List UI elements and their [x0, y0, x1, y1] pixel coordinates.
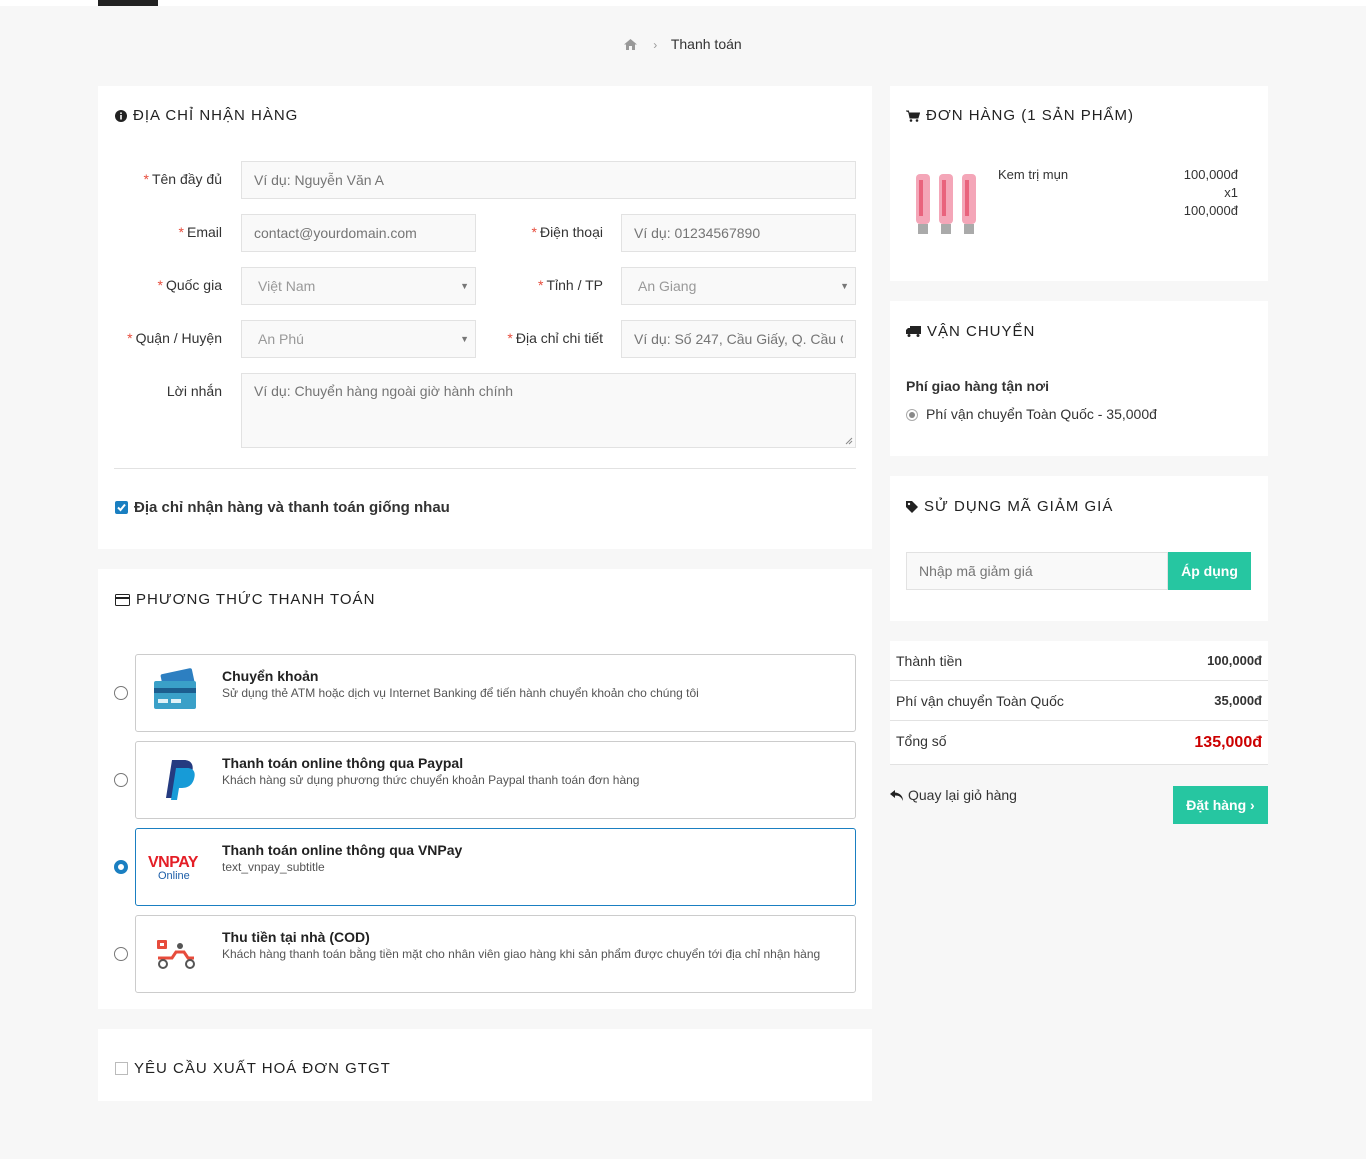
note-textarea[interactable]	[241, 373, 856, 448]
coupon-title: SỬ DỤNG MÃ GIẢM GIÁ	[906, 498, 1113, 515]
subtotal-row: Thành tiền 100,000đ	[890, 641, 1268, 681]
street-label: * Địa chỉ chi tiết	[507, 330, 603, 346]
product-name[interactable]: Kem trị mụn	[998, 167, 1068, 182]
coupon-input[interactable]	[906, 552, 1168, 590]
shipping-radio[interactable]	[906, 409, 918, 421]
vnpay-logo: VNPAY Online	[148, 854, 198, 882]
payment-option-subtitle: Khách hàng sử dụng phương thức chuyển kh…	[222, 773, 640, 787]
caret-down-icon: ▼	[840, 281, 849, 291]
subtotal-label: Thành tiền	[896, 653, 963, 669]
invoice-checkbox[interactable]	[115, 1062, 128, 1075]
bank-transfer-icon	[150, 667, 204, 717]
district-label: * Quận / Huyện	[127, 330, 222, 346]
info-icon	[115, 109, 127, 122]
order-card: ĐƠN HÀNG (1 SẢN PHẨM) Kem trị mụn 100,00…	[890, 86, 1268, 281]
payment-radio-paypal[interactable]	[114, 773, 128, 787]
shipping-method-title: Phí giao hàng tận nơi	[906, 378, 1049, 394]
delivery-scooter-icon	[150, 928, 204, 978]
breadcrumb: › Thanh toán	[0, 36, 1366, 53]
resize-handle-icon	[845, 437, 853, 445]
home-icon[interactable]	[624, 37, 638, 53]
payment-option-vnpay[interactable]: VNPAY Online Thanh toán online thông qua…	[135, 828, 856, 906]
same-address-checkbox[interactable]	[115, 501, 128, 514]
payment-option-title: Chuyển khoản	[222, 668, 319, 684]
coupon-card: SỬ DỤNG MÃ GIẢM GIÁ Áp dụng	[890, 476, 1268, 621]
shipping-option-label: Phí vận chuyển Toàn Quốc - 35,000đ	[926, 406, 1157, 422]
shipping-fee-row: Phí vận chuyển Toàn Quốc 35,000đ	[890, 681, 1268, 721]
total-label: Tổng số	[896, 733, 947, 749]
chevron-right-icon: ›	[653, 38, 658, 52]
payment-option-subtitle: Khách hàng thanh toán bằng tiền mặt cho …	[222, 947, 821, 961]
same-address-label: Địa chỉ nhận hàng và thanh toán giống nh…	[134, 499, 450, 516]
shipping-card: VẬN CHUYỂN Phí giao hàng tận nơi Phí vận…	[890, 301, 1268, 456]
back-to-cart-link[interactable]: Quay lại giỏ hàng	[890, 787, 1017, 803]
total-value: 135,000đ	[1194, 734, 1262, 751]
payment-option-cod[interactable]: Thu tiền tại nhà (COD) Khách hàng thanh …	[135, 915, 856, 993]
street-input[interactable]	[621, 320, 856, 358]
total-row: Tổng số 135,000đ	[890, 721, 1268, 765]
truck-icon	[906, 326, 921, 337]
product-quantity: x1	[1224, 185, 1238, 200]
phone-input[interactable]	[621, 214, 856, 252]
invoice-title: YÊU CẦU XUẤT HOÁ ĐƠN GTGT	[134, 1060, 391, 1077]
fullname-label: * Tên đầy đủ	[143, 171, 222, 187]
email-input[interactable]	[241, 214, 476, 252]
note-label: Lời nhắn	[166, 383, 222, 399]
payment-option-subtitle: text_vnpay_subtitle	[222, 860, 325, 874]
payment-option-paypal[interactable]: Thanh toán online thông qua Paypal Khách…	[135, 741, 856, 819]
shipping-title: VẬN CHUYỂN	[906, 323, 1035, 340]
payment-card: PHƯƠNG THỨC THANH TOÁN Chuyển khoản Sử d…	[98, 569, 872, 1009]
place-order-button[interactable]: Đặt hàng ›	[1173, 786, 1268, 824]
invoice-card: YÊU CẦU XUẤT HOÁ ĐƠN GTGT	[98, 1029, 872, 1101]
credit-card-icon	[115, 593, 130, 606]
payment-option-bank[interactable]: Chuyển khoản Sử dụng thẻ ATM hoặc dịch v…	[135, 654, 856, 732]
payment-radio-vnpay[interactable]	[114, 860, 128, 874]
product-price: 100,000đ	[1183, 167, 1238, 182]
tag-icon	[906, 500, 918, 513]
country-select[interactable]: Việt Nam ▼	[241, 267, 476, 305]
order-title: ĐƠN HÀNG (1 SẢN PHẨM)	[906, 107, 1134, 124]
payment-option-title: Thanh toán online thông qua VNPay	[222, 842, 463, 858]
address-title: ĐỊA CHỈ NHẬN HÀNG	[115, 107, 298, 124]
shipping-fee-label: Phí vận chuyển Toàn Quốc	[896, 693, 1064, 709]
top-bar-accent	[98, 0, 158, 6]
divider	[114, 468, 856, 469]
payment-option-title: Thu tiền tại nhà (COD)	[222, 929, 370, 945]
product-thumbnail	[906, 168, 980, 240]
shipping-fee-value: 35,000đ	[1214, 693, 1262, 708]
address-card: ĐỊA CHỈ NHẬN HÀNG *Tên đầy đủ *Email *Đi…	[98, 86, 872, 549]
payment-radio-cod[interactable]	[114, 947, 128, 961]
breadcrumb-current: Thanh toán	[670, 36, 742, 52]
apply-coupon-button[interactable]: Áp dụng	[1168, 552, 1251, 590]
province-label: * Tỉnh / TP	[538, 277, 603, 293]
checkmark-icon	[117, 503, 126, 512]
reply-arrow-icon	[890, 789, 903, 801]
caret-down-icon: ▼	[460, 334, 469, 344]
province-select[interactable]: An Giang ▼	[621, 267, 856, 305]
district-select[interactable]: An Phú ▼	[241, 320, 476, 358]
paypal-icon	[150, 754, 204, 804]
country-label: * Quốc gia	[157, 277, 223, 293]
payment-title: PHƯƠNG THỨC THANH TOÁN	[115, 591, 375, 608]
payment-option-subtitle: Sử dụng thẻ ATM hoặc dịch vụ Internet Ba…	[222, 686, 699, 700]
payment-radio-bank[interactable]	[114, 686, 128, 700]
cart-icon	[906, 110, 920, 122]
order-summary: Thành tiền 100,000đ Phí vận chuyển Toàn …	[890, 641, 1268, 765]
chevron-right-icon: ›	[1250, 797, 1255, 813]
payment-option-title: Thanh toán online thông qua Paypal	[222, 755, 464, 771]
subtotal-value: 100,000đ	[1207, 653, 1262, 668]
email-label: * Email	[178, 224, 222, 240]
fullname-input[interactable]	[241, 161, 856, 199]
product-total: 100,000đ	[1183, 203, 1238, 218]
top-bar	[0, 0, 1366, 6]
phone-label: * Điện thoại	[531, 224, 604, 240]
caret-down-icon: ▼	[460, 281, 469, 291]
